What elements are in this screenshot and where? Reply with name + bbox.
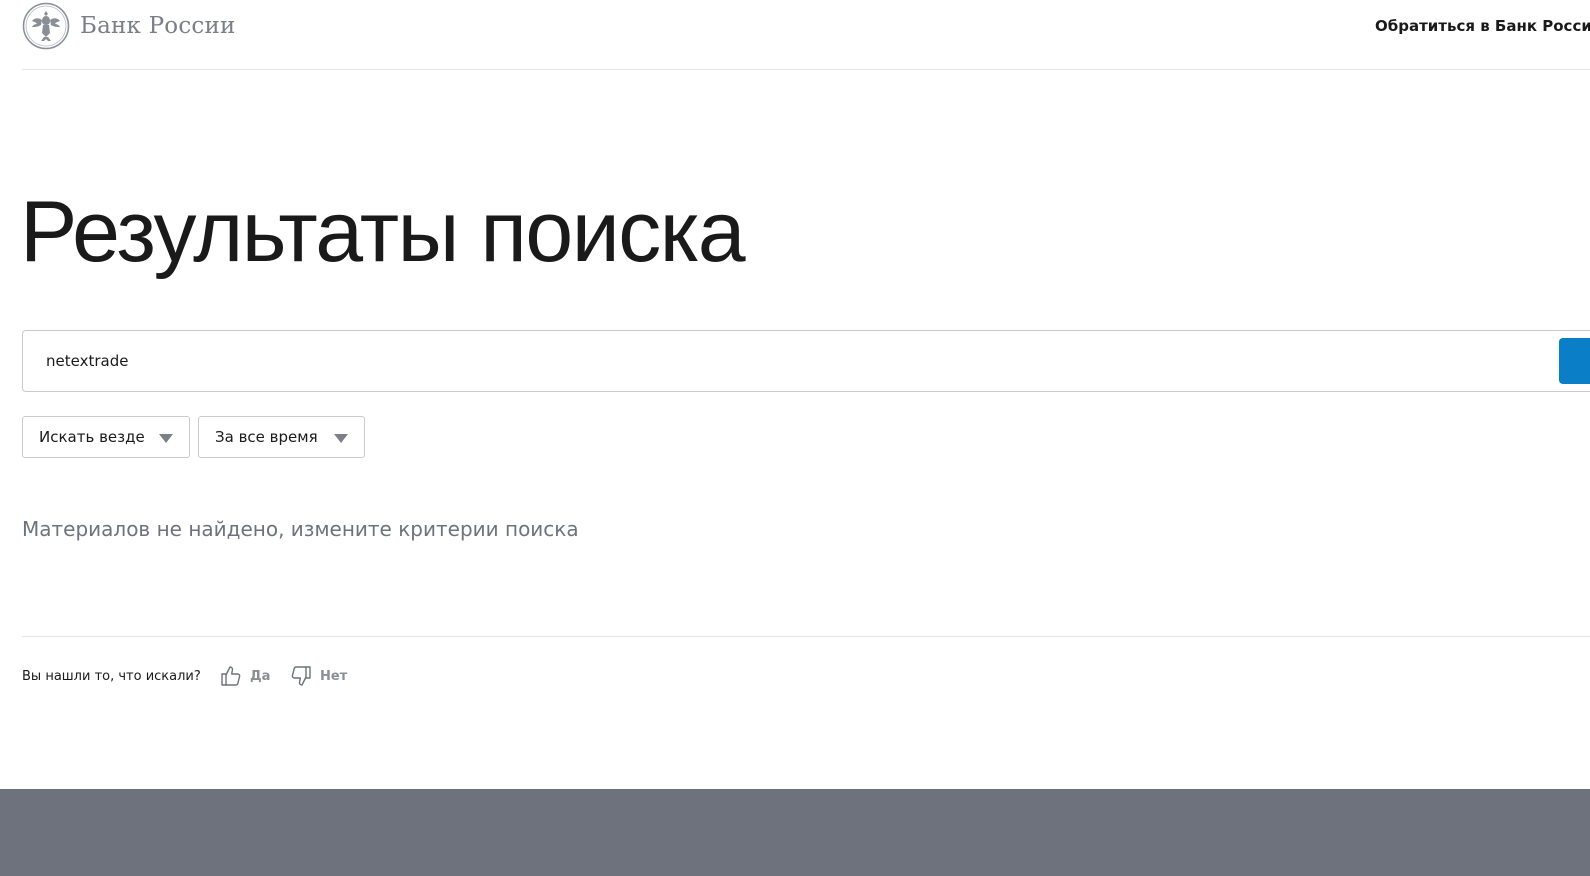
location-filter-dropdown[interactable]: Искать везде: [22, 416, 190, 458]
search-input[interactable]: [46, 331, 1526, 391]
location-filter-label: Искать везде: [39, 428, 145, 446]
bank-emblem-icon: [22, 2, 70, 50]
thumbs-up-icon: [221, 666, 241, 686]
contact-bank-link[interactable]: Обратиться в Банк России: [1375, 17, 1590, 35]
period-filter-dropdown[interactable]: За все время: [198, 416, 365, 458]
chevron-down-icon: [334, 434, 348, 443]
site-header: Банк России Обратиться в Банк России: [22, 0, 1590, 70]
feedback-question: Вы нашли то, что искали?: [22, 669, 201, 684]
feedback-no-label: Нет: [320, 668, 348, 684]
page: Банк России Обратиться в Банк России Рез…: [0, 0, 1590, 876]
feedback-yes-label: Да: [250, 668, 271, 684]
logo-text: Банк России: [80, 13, 236, 39]
footer: [0, 789, 1590, 876]
feedback-no-button[interactable]: Нет: [289, 664, 347, 688]
search-box: [22, 330, 1590, 392]
page-title: Результаты поиска: [20, 184, 746, 280]
chevron-down-icon: [159, 434, 173, 443]
empty-results-message: Материалов не найдено, измените критерии…: [22, 517, 579, 541]
logo-link[interactable]: Банк России: [22, 2, 236, 50]
feedback-section: Вы нашли то, что искали? Да Нет: [22, 636, 1590, 727]
search-button[interactable]: [1559, 338, 1590, 384]
period-filter-label: За все время: [215, 428, 318, 446]
thumbs-down-icon: [291, 666, 311, 686]
feedback-yes-button[interactable]: Да: [219, 664, 270, 688]
